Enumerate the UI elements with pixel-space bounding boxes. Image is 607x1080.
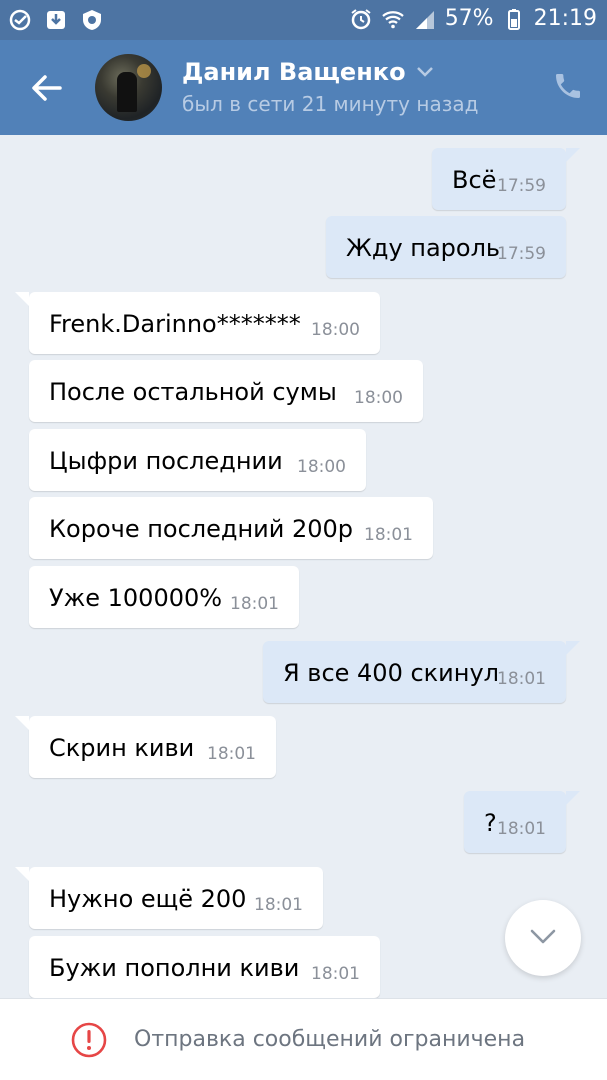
bubble-tail <box>15 716 29 730</box>
message-text: ? <box>484 809 497 837</box>
message-list[interactable]: Всё 17:59 Жду пароль 17:59 Frenk.Darinno… <box>0 135 607 998</box>
message-bubble[interactable]: Цыфри последнии 18:00 <box>29 429 366 491</box>
message-text: Скрин киви <box>49 734 195 762</box>
message-text: Всё <box>452 166 497 194</box>
phone-icon[interactable] <box>552 70 584 102</box>
message-time: 18:00 <box>354 388 403 408</box>
chevron-down-icon <box>530 929 556 944</box>
message-text: Frenk.Darinno******* <box>49 310 301 338</box>
bubble-tail <box>15 867 29 881</box>
restriction-notice: Отправка сообщений ограничена <box>134 1027 526 1052</box>
message-time: 18:00 <box>311 320 360 340</box>
message-bubble[interactable]: После остальной сумы 18:00 <box>29 360 423 422</box>
signal-icon <box>415 10 434 29</box>
bubble-tail <box>566 148 580 162</box>
alarm-icon <box>351 8 371 29</box>
message-text: Короче последний 200р <box>49 515 354 543</box>
message-time: 18:01 <box>207 744 256 764</box>
contact-name: Данил Ващенко <box>182 58 406 86</box>
message-text: Бужи пополни киви <box>49 954 300 982</box>
message-time: 18:01 <box>364 525 413 545</box>
message-time: 17:59 <box>497 244 546 264</box>
arrow-left-icon[interactable] <box>26 68 66 108</box>
message-bubble[interactable]: Всё 17:59 <box>432 148 580 210</box>
message-bubble[interactable]: Короче последний 200р 18:01 <box>29 497 433 559</box>
contact-name-button[interactable]: Данил Ващенко <box>182 58 434 86</box>
battery-percent: 57% <box>444 6 494 31</box>
message-bubble[interactable]: Бужи пополни киви 18:01 <box>29 936 380 998</box>
message-time: 18:01 <box>497 819 546 839</box>
avatar[interactable] <box>95 54 162 121</box>
message-text: После остальной сумы <box>49 378 337 406</box>
message-bubble[interactable]: Уже 100000% 18:01 <box>29 566 299 628</box>
message-text: Жду пароль <box>346 234 501 262</box>
chat-header: Данил Ващенко был в сети 21 минуту назад <box>0 40 607 135</box>
battery-icon <box>507 8 520 30</box>
message-bubble[interactable]: Скрин киви 18:01 <box>15 716 276 778</box>
contact-status: был в сети 21 минуту назад <box>182 92 479 116</box>
bubble-tail <box>15 292 29 306</box>
message-bubble[interactable]: Я все 400 скинул 18:01 <box>263 641 580 703</box>
avatar-light <box>137 64 151 78</box>
message-time: 18:01 <box>230 594 279 614</box>
wifi-icon <box>381 10 404 28</box>
message-text: Цыфри последнии <box>49 447 283 475</box>
message-time: 17:59 <box>497 176 546 196</box>
bubble-tail <box>566 791 580 805</box>
scroll-down-button[interactable] <box>505 900 581 976</box>
message-time: 18:00 <box>297 457 346 477</box>
status-bar: 57% 21:19 <box>0 0 607 40</box>
message-bubble[interactable]: ? 18:01 <box>464 791 580 853</box>
download-icon <box>47 11 65 29</box>
message-time: 18:01 <box>497 669 546 689</box>
message-bubble[interactable]: Жду пароль 17:59 <box>326 216 566 278</box>
message-time: 18:01 <box>254 895 303 915</box>
exclamation-circle-icon <box>71 1022 107 1058</box>
message-text: Нужно ещё 200 <box>49 885 247 913</box>
message-text: Уже 100000% <box>49 584 223 612</box>
message-bubble[interactable]: Нужно ещё 200 18:01 <box>15 867 323 929</box>
message-bubble[interactable]: Frenk.Darinno******* 18:00 <box>15 292 380 354</box>
message-time: 18:01 <box>311 964 360 984</box>
avatar-figure <box>117 72 137 112</box>
clock: 21:19 <box>533 6 597 31</box>
message-text: Я все 400 скинул <box>283 659 499 687</box>
shield-app-icon <box>83 10 101 30</box>
bubble-tail <box>566 641 580 655</box>
chevron-down-icon <box>416 67 433 77</box>
sber-app-icon <box>9 9 31 31</box>
composer-restricted-bar: Отправка сообщений ограничена <box>0 998 607 1080</box>
